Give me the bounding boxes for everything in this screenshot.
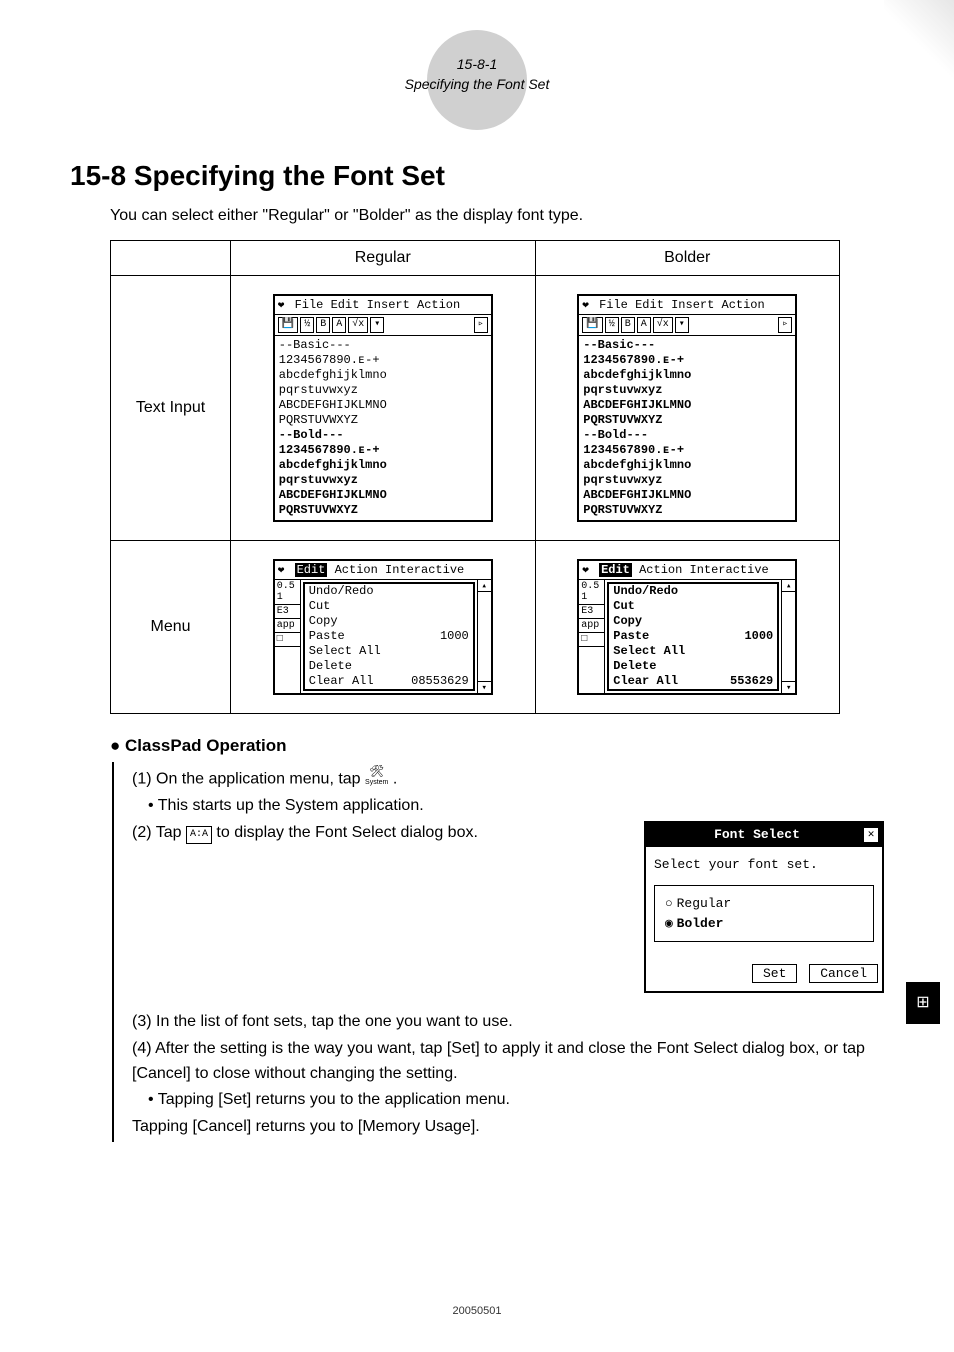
step-4-sub2: Tapping [Cancel] returns you to [Memory … xyxy=(132,1115,884,1140)
page-title: 15-8 Specifying the Font Set xyxy=(70,160,884,192)
screenshot-textinput-regular: ❤ File Edit Insert Action 💾 ½ B A √x ▾ ▹ xyxy=(273,294,493,522)
scroll-down-icon: ▾ xyxy=(782,681,795,693)
system-app-icon: 🛠System xyxy=(365,762,388,788)
option-bolder[interactable]: Bolder xyxy=(665,914,863,934)
side-tab-icon: ⊞ xyxy=(906,982,940,1024)
bold-icon: B xyxy=(316,317,330,333)
page-corner xyxy=(884,0,954,90)
app-icon: ❤ xyxy=(278,298,285,312)
dropdown-icon: ▾ xyxy=(370,317,384,333)
a-icon: A xyxy=(637,317,651,333)
operation-steps: (1) On the application menu, tap 🛠System… xyxy=(112,762,884,1142)
page-number: 15-8-1 xyxy=(70,55,884,75)
frac-icon: ½ xyxy=(605,317,619,333)
expand-icon: ▹ xyxy=(474,317,488,333)
operation-heading: ClassPad Operation xyxy=(110,736,884,756)
running-title: Specifying the Font Set xyxy=(70,75,884,95)
font-options: Regular Bolder xyxy=(654,885,874,942)
scroll-up-icon: ▴ xyxy=(478,580,491,592)
table-corner xyxy=(111,241,231,276)
row-menu-label: Menu xyxy=(111,541,231,714)
close-icon[interactable]: ✕ xyxy=(864,828,878,842)
step-4: (4) After the setting is the way you wan… xyxy=(132,1037,884,1087)
toolbar: 💾 ½ B A √x ▾ ▹ xyxy=(275,315,491,336)
menubar-text: File Edit Insert Action xyxy=(295,298,461,312)
screenshot-menu-bolder: ❤ Edit Action Interactive 0.5 1 E3 app □… xyxy=(577,559,797,695)
save-icon: 💾 xyxy=(278,317,298,333)
screenshot-textinput-bolder: ❤ File Edit Insert Action 💾 ½ B A √x ▾ ▹ xyxy=(577,294,797,522)
expand-icon: ▹ xyxy=(778,317,792,333)
app-icon: ❤ xyxy=(278,563,285,577)
menubar-rest: Action Interactive xyxy=(335,563,465,577)
row-textinput-label: Text Input xyxy=(111,276,231,541)
scroll-up-icon: ▴ xyxy=(782,580,795,592)
step-1-sub: This starts up the System application. xyxy=(148,794,884,819)
option-regular[interactable]: Regular xyxy=(665,894,863,914)
app-icon: ❤ xyxy=(582,563,589,577)
dialog-titlebar: Font Select ✕ xyxy=(646,823,882,847)
font-select-dialog: Font Select ✕ Select your font set. Regu… xyxy=(644,821,884,992)
set-button[interactable]: Set xyxy=(752,964,797,983)
root-icon: √x xyxy=(653,317,673,333)
left-toolbar: 0.5 1 E3 app □ xyxy=(579,580,605,693)
dialog-title: Font Select xyxy=(650,825,864,845)
edit-dropdown: Undo/Redo Cut Copy Paste1000 Select All … xyxy=(607,582,779,691)
font-select-toolbar-icon: A:A xyxy=(186,826,212,844)
col-bolder: Bolder xyxy=(535,241,840,276)
menubar-text: File Edit Insert Action xyxy=(599,298,765,312)
root-icon: √x xyxy=(348,317,368,333)
page-header: 15-8-1 Specifying the Font Set xyxy=(70,30,884,120)
app-icon: ❤ xyxy=(582,298,589,312)
scrollbar: ▴ ▾ xyxy=(781,580,795,693)
col-regular: Regular xyxy=(231,241,536,276)
screenshot-menu-regular: ❤ Edit Action Interactive 0.5 1 E3 app □… xyxy=(273,559,493,695)
step-4-sub1: Tapping [Set] returns you to the applica… xyxy=(148,1088,884,1113)
edit-menu-highlighted: Edit xyxy=(599,563,632,577)
cancel-button[interactable]: Cancel xyxy=(809,964,878,983)
scrollbar: ▴ ▾ xyxy=(477,580,491,693)
intro-text: You can select either "Regular" or "Bold… xyxy=(110,207,884,225)
dropdown-icon: ▾ xyxy=(675,317,689,333)
bold-icon: B xyxy=(621,317,635,333)
frac-icon: ½ xyxy=(300,317,314,333)
menubar-rest: Action Interactive xyxy=(639,563,769,577)
comparison-table: Regular Bolder Text Input ❤ File Edit In… xyxy=(110,240,840,714)
a-icon: A xyxy=(332,317,346,333)
dialog-prompt: Select your font set. xyxy=(654,855,874,875)
step-3: (3) In the list of font sets, tap the on… xyxy=(132,1010,884,1035)
edit-dropdown: Undo/Redo Cut Copy Paste1000 Select All … xyxy=(303,582,475,691)
toolbar: 💾 ½ B A √x ▾ ▹ xyxy=(579,315,795,336)
scroll-down-icon: ▾ xyxy=(478,681,491,693)
save-icon: 💾 xyxy=(582,317,602,333)
left-toolbar: 0.5 1 E3 app □ xyxy=(275,580,301,693)
step-1: (1) On the application menu, tap 🛠System… xyxy=(132,762,884,792)
footer-date: 20050501 xyxy=(0,1305,954,1317)
edit-menu-highlighted: Edit xyxy=(295,563,328,577)
